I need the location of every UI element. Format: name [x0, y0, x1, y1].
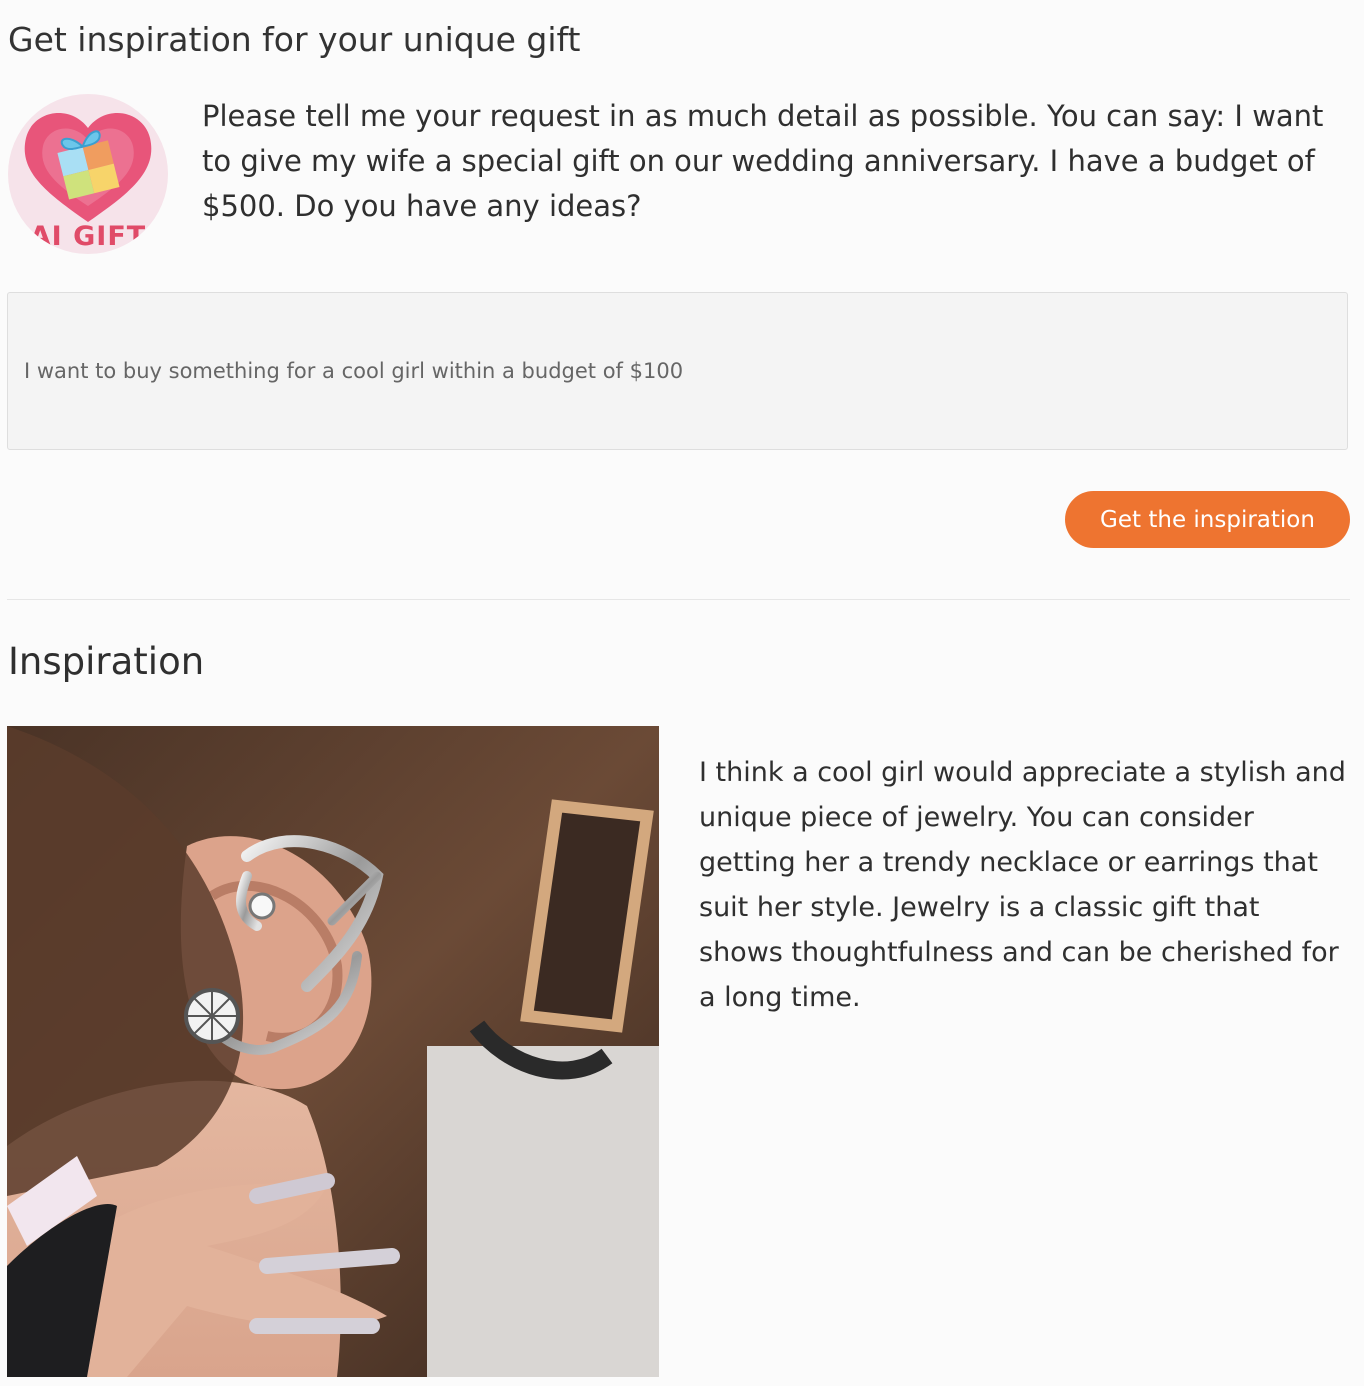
page-title: Get inspiration for your unique gift	[8, 20, 581, 59]
request-box	[7, 292, 1348, 450]
intro-instructions: Please tell me your request in as much d…	[202, 99, 1324, 223]
ear-cuff-photo	[7, 726, 659, 1377]
inspiration-text: I think a cool girl would appreciate a s…	[699, 757, 1346, 1013]
product-image	[7, 726, 659, 1377]
intro-section: AI GIFT Please tell me your request in a…	[8, 94, 1358, 254]
inspiration-heading: Inspiration	[8, 640, 205, 683]
logo-text: AI GIFT	[29, 221, 147, 252]
get-inspiration-button[interactable]: Get the inspiration	[1065, 491, 1350, 548]
section-divider	[7, 599, 1350, 600]
request-input[interactable]	[8, 293, 1347, 449]
ai-gift-logo: AI GIFT	[8, 94, 168, 254]
